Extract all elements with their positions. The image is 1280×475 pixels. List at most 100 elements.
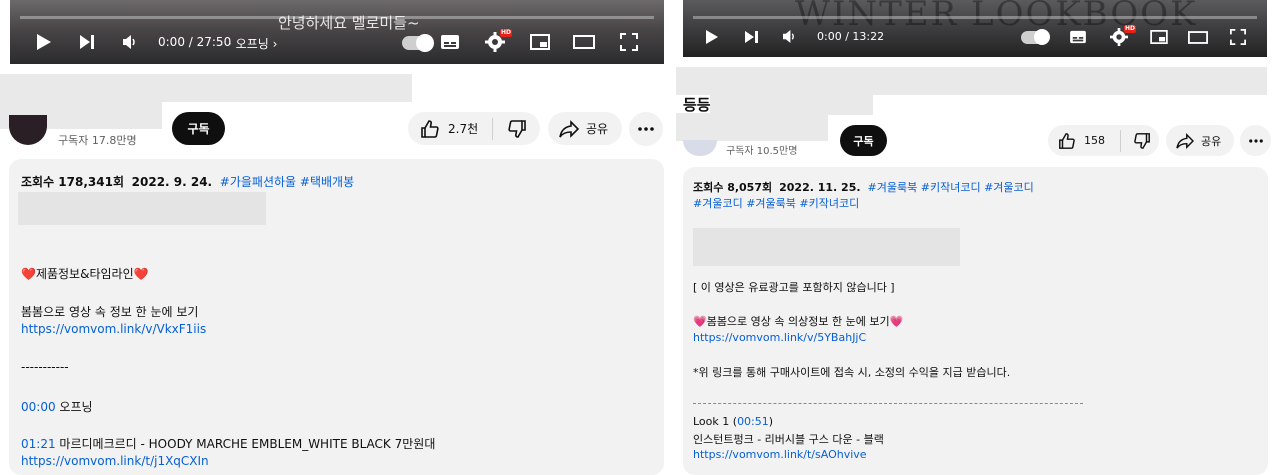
timestamp-link[interactable]: 01:21 xyxy=(21,437,56,451)
time-display: 0:00 / 13:22 xyxy=(817,30,885,43)
description-meta: 조회수 178,341회 2022. 9. 24. #가을패션하울 #택배개봉 xyxy=(21,173,354,190)
volume-icon[interactable] xyxy=(782,30,797,43)
thumbs-up-icon xyxy=(1058,132,1076,150)
subscriber-count: 구독자 17.8만명 xyxy=(58,134,137,147)
product-heading: ❤️제품정보&타임라인❤️ xyxy=(21,267,149,281)
hashtag-link[interactable]: #겨울룩북 xyxy=(746,197,796,210)
description-meta: 조회수 8,057회 2022. 11. 25. #겨울룩북 #키작녀코디 #겨… xyxy=(693,179,1034,195)
hashtag-link[interactable]: #겨울코디 xyxy=(984,181,1034,194)
separator-line xyxy=(693,403,1083,405)
item-link[interactable]: https://vomvom.link/t/sAOhvive xyxy=(693,448,867,461)
autoplay-toggle[interactable] xyxy=(402,34,434,52)
channel-name-redacted xyxy=(676,113,828,141)
ad-notice: [ 이 영상은 유료광고를 포함하지 않습니다 ] xyxy=(693,281,895,294)
thumbs-down-icon xyxy=(1133,132,1151,150)
commission-note: *위 링크를 통해 구매사이트에 접속 시, 소정의 수익을 지급 받습니다. xyxy=(693,366,1011,379)
dislike-button[interactable] xyxy=(493,119,527,139)
progress-bar[interactable] xyxy=(693,16,1257,19)
timeline-item: 00:00 오프닝 xyxy=(21,398,93,415)
description-redacted xyxy=(18,192,266,225)
more-horizontal-icon xyxy=(638,127,654,131)
hd-badge: HD xyxy=(500,29,513,37)
video-player-right[interactable]: WINTER LOOKBOOK 0:00 / 13:22 HD xyxy=(683,0,1267,57)
theater-mode-icon[interactable] xyxy=(573,35,595,49)
more-actions-button[interactable] xyxy=(1240,125,1271,156)
volume-icon[interactable] xyxy=(122,35,138,49)
hashtag-link[interactable]: #겨울코디 xyxy=(693,197,743,210)
like-button[interactable]: 2.7천 xyxy=(408,119,492,139)
play-icon[interactable] xyxy=(36,33,52,51)
subtitles-icon[interactable] xyxy=(1069,30,1087,44)
timeline-label: 마르디메크르디 - HOODY MARCHE EMBLEM_WHITE BLAC… xyxy=(59,437,436,451)
title-redacted xyxy=(676,67,1267,95)
like-count: 2.7천 xyxy=(448,122,479,136)
description-box[interactable]: 조회수 8,057회 2022. 11. 25. #겨울룩북 #키작녀코디 #겨… xyxy=(683,167,1268,475)
vomvom-text: 봄봄으로 영상 속 정보 한 눈에 보기 xyxy=(21,305,199,319)
autoplay-toggle[interactable] xyxy=(1021,29,1050,45)
separator-text: ----------- xyxy=(21,360,69,374)
description-redacted xyxy=(693,228,960,266)
subscribe-button[interactable]: 구독 xyxy=(840,125,887,156)
hashtag-link[interactable]: #겨울룩북 xyxy=(868,181,918,194)
look-close: ) xyxy=(768,415,774,428)
next-icon[interactable] xyxy=(744,30,759,44)
vomvom-text: 💗봄봄으로 영상 속 의상정보 한 눈에 보기💗 xyxy=(693,315,904,328)
channel-avatar[interactable] xyxy=(9,115,47,145)
share-button[interactable]: 공유 xyxy=(548,112,622,145)
like-dislike-group: 2.7천 xyxy=(408,112,540,145)
look-heading: Look 1 (00:51) xyxy=(693,415,773,428)
view-count: 조회수 178,341회 xyxy=(21,175,124,189)
upload-date: 2022. 11. 25. xyxy=(779,181,861,194)
hashtag-link[interactable]: #키작녀코디 xyxy=(921,181,981,194)
more-actions-button[interactable] xyxy=(629,112,663,146)
timeline-item: 01:21 마르디메크르디 - HOODY MARCHE EMBLEM_WHIT… xyxy=(21,435,435,452)
chapter-label: 오프닝 xyxy=(235,37,269,51)
progress-bar[interactable] xyxy=(20,16,654,19)
upload-date: 2022. 9. 24. xyxy=(131,175,213,189)
item-link[interactable]: https://vomvom.link/t/j1XqCXIn xyxy=(21,454,209,468)
hashtag-line: #겨울코디 #겨울룩북 #키작녀코디 xyxy=(693,195,859,211)
view-count: 조회수 8,057회 xyxy=(693,181,773,194)
hashtag-link[interactable]: #키작녀코디 xyxy=(799,197,859,210)
time-display: 0:00 / 27:50 xyxy=(158,35,232,49)
thumbs-up-icon xyxy=(420,119,440,139)
miniplayer-icon[interactable] xyxy=(1150,30,1168,44)
hd-badge: HD xyxy=(1124,25,1137,33)
more-horizontal-icon xyxy=(1248,138,1263,143)
subscriber-count: 구독자 10.5만명 xyxy=(726,146,798,157)
theater-mode-icon[interactable] xyxy=(1188,31,1208,44)
item-text: 인스턴트펑크 - 리버시블 구스 다운 - 블랙 xyxy=(693,433,884,446)
share-button[interactable]: 공유 xyxy=(1166,125,1234,156)
timestamp-link[interactable]: 00:00 xyxy=(21,400,56,414)
next-icon[interactable] xyxy=(79,34,95,50)
share-icon xyxy=(558,119,580,138)
share-label: 공유 xyxy=(1201,134,1222,148)
vomvom-link[interactable]: https://vomvom.link/v/VkxF1iis xyxy=(21,322,206,336)
share-label: 공유 xyxy=(586,122,609,136)
description-box[interactable]: 조회수 178,341회 2022. 9. 24. #가을패션하울 #택배개봉 … xyxy=(9,159,664,475)
timeline-label: 오프닝 xyxy=(59,400,93,414)
subscribe-button[interactable]: 구독 xyxy=(172,112,225,145)
look-label: Look 1 ( xyxy=(693,415,738,428)
like-dislike-group: 158 xyxy=(1048,125,1159,156)
share-icon xyxy=(1175,132,1195,149)
fullscreen-icon[interactable] xyxy=(1230,29,1246,45)
video-player-left[interactable]: 안녕하세요 멜로미들~ 0:00 / 27:50 · 오프닝 › HD xyxy=(10,0,664,64)
hashtag-link[interactable]: #택배개봉 xyxy=(300,175,354,189)
title-redacted-2 xyxy=(710,95,873,115)
hashtag-link[interactable]: #가을패션하울 xyxy=(220,175,296,189)
timestamp-link[interactable]: 00:51 xyxy=(737,415,769,428)
chevron-right-icon: › xyxy=(272,37,278,51)
like-button[interactable]: 158 xyxy=(1048,132,1120,150)
chapter-title[interactable]: · 오프닝 › xyxy=(228,35,277,52)
fullscreen-icon[interactable] xyxy=(620,33,638,51)
dislike-button[interactable] xyxy=(1121,132,1151,150)
vomvom-link[interactable]: https://vomvom.link/v/5YBahJjC xyxy=(693,331,866,344)
thumbs-down-icon xyxy=(507,119,527,139)
play-icon[interactable] xyxy=(705,29,719,45)
channel-avatar[interactable] xyxy=(683,140,717,156)
title-redacted xyxy=(0,74,412,102)
subtitles-icon[interactable] xyxy=(440,34,460,50)
like-count: 158 xyxy=(1084,134,1105,147)
miniplayer-icon[interactable] xyxy=(530,34,550,50)
